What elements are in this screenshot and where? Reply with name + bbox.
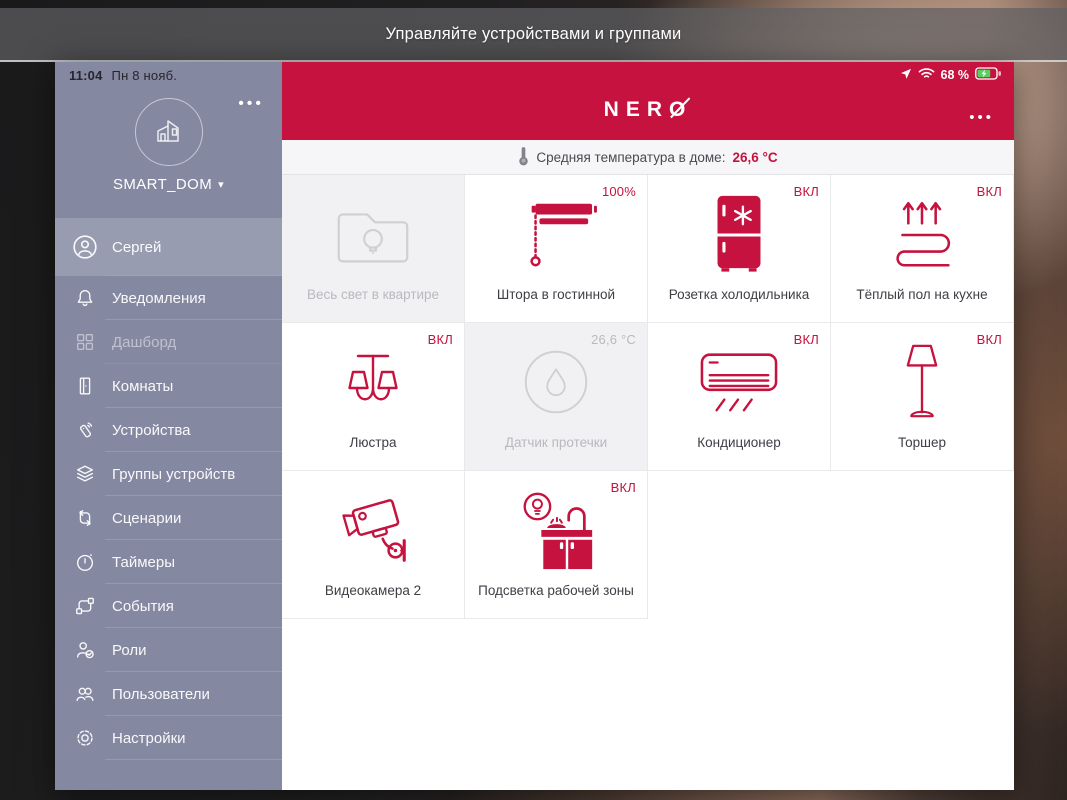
tile-all-lights[interactable]: Весь свет в квартире <box>282 175 465 323</box>
remote-control-icon <box>71 418 99 442</box>
door-icon <box>71 374 99 398</box>
nero-logo: NERO <box>603 97 693 121</box>
bell-icon <box>71 286 99 310</box>
worktop-light-icon <box>465 491 647 570</box>
device-grid: Весь свет в квартире 100% Штора в гостин… <box>282 175 1014 619</box>
sidebar-item-notifications[interactable]: Уведомления <box>55 276 282 320</box>
tile-video-camera-2[interactable]: Видеокамера 2 <box>282 471 465 619</box>
app-window: 11:04 Пн 8 нояб. ••• SMART_DOM ▾ Сергей … <box>55 62 1014 790</box>
sidebar-item-roles[interactable]: Роли <box>55 628 282 672</box>
sidebar-item-rooms[interactable]: Комнаты <box>55 364 282 408</box>
home-name: SMART_DOM <box>112 176 213 193</box>
status-time: 11:04 <box>69 68 103 83</box>
battery-icon <box>975 67 1002 83</box>
flowchart-icon <box>71 594 99 618</box>
sidebar-item-timers[interactable]: Таймеры <box>55 540 282 584</box>
stopwatch-icon <box>71 550 99 574</box>
tile-leak-sensor[interactable]: 26,6 °C Датчик протечки <box>465 323 648 471</box>
tile-living-room-blind[interactable]: 100% Штора в гостинной <box>465 175 648 323</box>
sidebar-item-devices[interactable]: Устройства <box>55 408 282 452</box>
blind-icon <box>465 195 647 273</box>
fridge-icon <box>648 195 830 273</box>
chandelier-icon <box>282 343 464 421</box>
sidebar-item-device-groups[interactable]: Группы устройств <box>55 452 282 496</box>
status-date: Пн 8 нояб. <box>111 68 178 83</box>
status-bar-clock: 11:04 Пн 8 нояб. <box>69 68 177 83</box>
tile-air-conditioner[interactable]: ВКЛ Кондиционер <box>648 323 831 471</box>
sidebar-menu: Сергей Уведомления Дашборд Комнаты Устро… <box>55 218 282 760</box>
floor-lamp-icon <box>831 343 1013 421</box>
sidebar-item-settings[interactable]: Настройки <box>55 716 282 760</box>
cctv-camera-icon <box>282 491 464 569</box>
location-icon <box>900 68 912 83</box>
tile-kitchen-heated-floor[interactable]: ВКЛ Тёплый пол на кухне <box>831 175 1014 323</box>
gear-icon <box>71 726 99 750</box>
house-icon <box>151 112 187 153</box>
tile-floor-lamp[interactable]: ВКЛ Торшер <box>831 323 1014 471</box>
lights-group-icon <box>282 195 464 273</box>
battery-percent: 68 % <box>940 68 970 82</box>
loop-arrows-icon <box>71 506 99 530</box>
sidebar-item-scenarios[interactable]: Сценарии <box>55 496 282 540</box>
sidebar: 11:04 Пн 8 нояб. ••• SMART_DOM ▾ Сергей … <box>55 62 282 790</box>
home-selector[interactable]: SMART_DOM ▾ <box>55 176 282 193</box>
sidebar-item-dashboard[interactable]: Дашборд <box>55 320 282 364</box>
leak-sensor-icon <box>465 343 647 421</box>
status-bar-right: 68 % <box>900 67 1003 83</box>
temperature-value: 26,6 °C <box>732 149 778 165</box>
chevron-down-icon: ▾ <box>218 179 225 191</box>
onboarding-banner: Управляйте устройствами и группами <box>0 8 1067 62</box>
tile-chandelier[interactable]: ВКЛ Люстра <box>282 323 465 471</box>
main-panel: 68 % NERO ••• Средняя температура в доме… <box>282 62 1014 790</box>
heated-floor-icon <box>831 195 1013 273</box>
header-more-button[interactable]: ••• <box>965 106 998 129</box>
grid-empty-cell <box>831 471 1014 619</box>
person-check-icon <box>71 638 99 662</box>
app-header: 68 % NERO ••• <box>282 62 1014 140</box>
air-conditioner-icon <box>648 343 830 421</box>
user-icon <box>71 235 99 259</box>
average-temperature-bar: Средняя температура в доме: 26,6 °C <box>282 140 1014 175</box>
layers-icon <box>71 462 99 486</box>
sidebar-item-user[interactable]: Сергей <box>55 218 282 276</box>
home-avatar[interactable] <box>134 98 203 166</box>
banner-title: Управляйте устройствами и группами <box>385 24 682 43</box>
sidebar-more-button[interactable]: ••• <box>234 92 268 116</box>
thermometer-icon <box>518 146 529 169</box>
grid-empty-cell <box>648 471 831 619</box>
tile-fridge-socket[interactable]: ВКЛ Розетка холодильника <box>648 175 831 323</box>
tile-worktop-light[interactable]: ВКЛ Подсветка рабочей зоны <box>465 471 648 619</box>
wifi-icon <box>918 67 935 83</box>
dashboard-grid-icon <box>71 330 99 354</box>
sidebar-item-events[interactable]: События <box>55 584 282 628</box>
two-users-icon <box>71 682 99 706</box>
sidebar-item-users[interactable]: Пользователи <box>55 672 282 716</box>
temperature-label: Средняя температура в доме: <box>536 149 726 165</box>
